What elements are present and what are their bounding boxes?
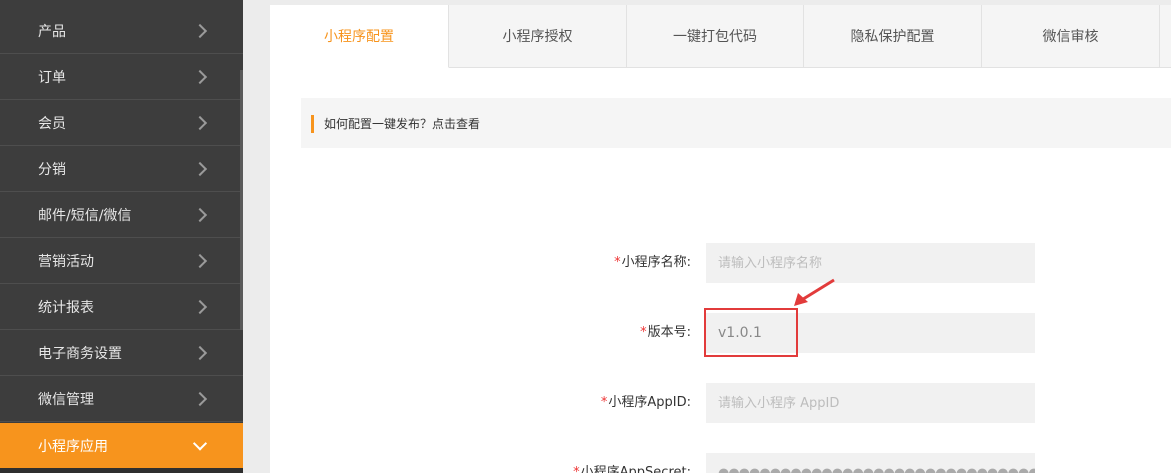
sidebar-item-marketing[interactable]: 营销活动 bbox=[0, 239, 243, 284]
version-label: *版本号: bbox=[640, 313, 691, 353]
sidebar-item-orders[interactable]: 订单 bbox=[0, 55, 243, 100]
tab-miniprogram-config[interactable]: 小程序配置 bbox=[270, 5, 449, 68]
form-row-version: *版本号: bbox=[270, 313, 1171, 353]
appid-label: *小程序AppID: bbox=[601, 383, 691, 423]
appsecret-input[interactable] bbox=[706, 453, 1035, 473]
required-mark: * bbox=[600, 395, 608, 410]
appid-input[interactable] bbox=[706, 383, 1035, 423]
sidebar-item-label: 产品 bbox=[38, 24, 66, 40]
appsecret-label: *小程序AppSecret: bbox=[573, 453, 691, 473]
required-mark: * bbox=[614, 255, 621, 270]
sidebar-item-label: 邮件/短信/微信 bbox=[38, 208, 132, 224]
sidebar-item-label: 微信管理 bbox=[38, 392, 94, 408]
sidebar: 产品 订单 会员 分销 邮件/短信/微信 营销活动 统计报表 电子商务设置 微信… bbox=[0, 0, 243, 473]
required-mark: * bbox=[640, 325, 647, 340]
main-panel: 小程序配置 小程序授权 一键打包代码 隐私保护配置 微信审核 如何配置一键发布？… bbox=[270, 5, 1171, 473]
sidebar-item-members[interactable]: 会员 bbox=[0, 101, 243, 146]
sidebar-item-wechat-management[interactable]: 微信管理 bbox=[0, 377, 243, 422]
sidebar-item-label: 统计报表 bbox=[38, 300, 94, 316]
tab-bar: 小程序配置 小程序授权 一键打包代码 隐私保护配置 微信审核 bbox=[270, 5, 1171, 68]
required-mark: * bbox=[573, 465, 580, 473]
tab-miniprogram-auth[interactable]: 小程序授权 bbox=[449, 5, 627, 68]
tab-overflow bbox=[1160, 5, 1171, 68]
sidebar-item-reports[interactable]: 统计报表 bbox=[0, 285, 243, 330]
annotation-arrow-icon bbox=[794, 278, 835, 306]
notice-accent-bar bbox=[311, 115, 314, 133]
form-row-appid: *小程序AppID: bbox=[270, 383, 1171, 423]
sidebar-item-miniprogram[interactable]: 小程序应用 bbox=[0, 423, 243, 469]
tab-privacy-config[interactable]: 隐私保护配置 bbox=[804, 5, 982, 68]
sidebar-item-label: 订单 bbox=[38, 70, 66, 86]
form-row-name: *小程序名称: bbox=[270, 243, 1171, 283]
sidebar-item-distribution[interactable]: 分销 bbox=[0, 147, 243, 192]
miniprogram-name-input[interactable] bbox=[706, 243, 1035, 283]
sidebar-item-ecommerce-settings[interactable]: 电子商务设置 bbox=[0, 331, 243, 376]
form-row-appsecret: *小程序AppSecret: bbox=[270, 453, 1171, 473]
sidebar-item-label: 会员 bbox=[38, 116, 66, 132]
field-label-text: 版本号: bbox=[647, 325, 691, 340]
sidebar-item-products[interactable]: 产品 bbox=[0, 9, 243, 54]
sidebar-scrollbar[interactable] bbox=[240, 70, 243, 330]
field-label-text: 小程序名称: bbox=[621, 255, 691, 270]
help-notice-text[interactable]: 如何配置一键发布？点击查看 bbox=[324, 115, 480, 132]
sidebar-item-label: 营销活动 bbox=[38, 254, 94, 270]
sidebar-item-label: 小程序应用 bbox=[38, 439, 108, 455]
miniprogram-name-label: *小程序名称: bbox=[614, 243, 691, 283]
tab-one-click-package[interactable]: 一键打包代码 bbox=[627, 5, 804, 68]
field-label-text: 小程序AppID: bbox=[608, 395, 691, 410]
field-label-text: 小程序AppSecret: bbox=[580, 465, 691, 473]
sidebar-item-messaging[interactable]: 邮件/短信/微信 bbox=[0, 193, 243, 238]
sidebar-item-label: 电子商务设置 bbox=[38, 346, 122, 362]
help-notice[interactable]: 如何配置一键发布？点击查看 bbox=[301, 98, 1171, 148]
version-input[interactable] bbox=[706, 313, 1035, 353]
sidebar-item-label: 分销 bbox=[38, 162, 66, 178]
submenu-strip bbox=[0, 468, 243, 473]
tab-wechat-review[interactable]: 微信审核 bbox=[982, 5, 1160, 68]
